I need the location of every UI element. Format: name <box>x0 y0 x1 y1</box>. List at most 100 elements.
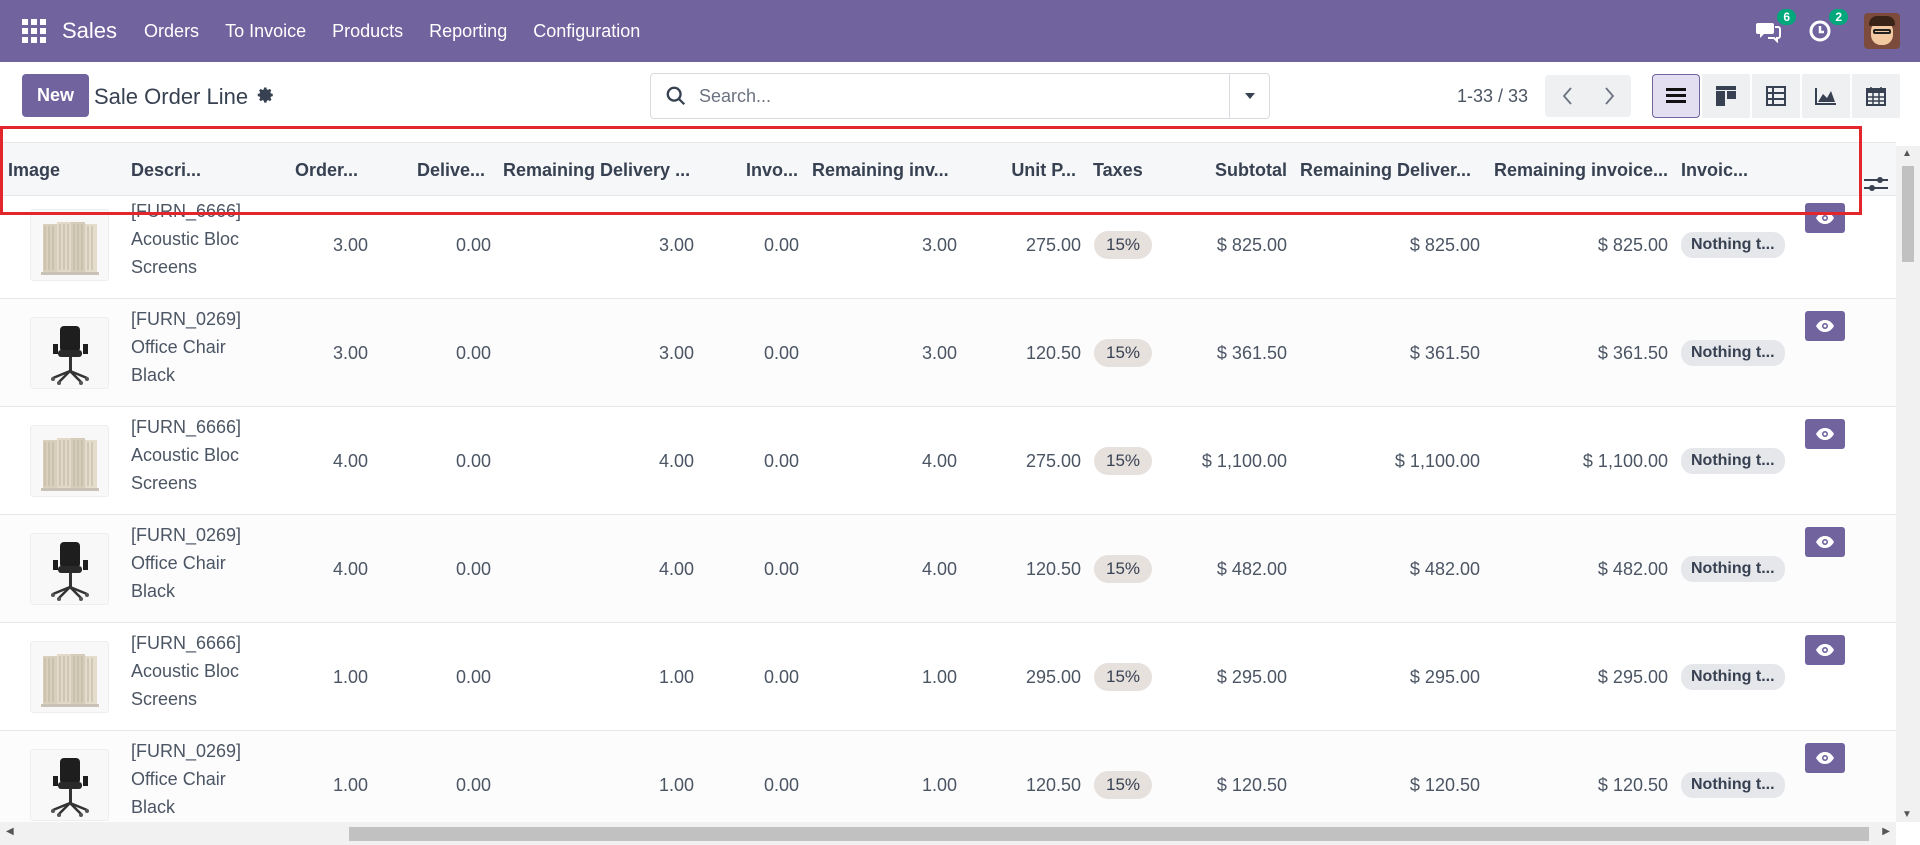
pager-buttons <box>1545 75 1631 117</box>
apps-menu-icon[interactable] <box>22 19 46 43</box>
scroll-left-arrow-icon[interactable]: ◀ <box>6 826 14 837</box>
column-header-invoice-status[interactable]: Invoic... <box>1681 143 1761 197</box>
cell-description: [FURN_0269] Office Chair Black <box>131 305 271 389</box>
cell-invoiced-qty: 0.00 <box>763 450 799 471</box>
cell-remaining-invoice-amount: $ 1,100.00 <box>1582 450 1668 471</box>
pager-next-button[interactable] <box>1588 75 1631 117</box>
cell-description: [FURN_6666] Acoustic Bloc Screens <box>131 413 271 497</box>
horizontal-scroll-thumb[interactable] <box>349 827 1869 841</box>
pivot-view-button[interactable] <box>1752 74 1800 118</box>
cell-remaining-invoice: 3.00 <box>921 234 957 255</box>
scroll-right-arrow-icon[interactable]: ▶ <box>1882 826 1890 837</box>
description-line: Office Chair <box>131 769 226 789</box>
view-line-button[interactable] <box>1805 203 1845 233</box>
cell-delivered-qty: 0.00 <box>455 666 491 687</box>
search-options-toggle[interactable] <box>1229 74 1269 118</box>
calendar-icon <box>1866 87 1886 106</box>
view-line-button[interactable] <box>1805 419 1845 449</box>
nav-products[interactable]: Products <box>332 21 403 42</box>
clock-icon <box>1809 20 1831 42</box>
cell-taxes: 15% <box>1094 299 1174 407</box>
table-row[interactable]: [FURN_6666] Acoustic Bloc Screens 4.00 0.00 4… <box>0 407 1896 515</box>
cell-description: [FURN_6666] Acoustic Bloc Screens <box>131 197 271 281</box>
column-header-remaining-invoice-amount[interactable]: Remaining invoice... <box>1494 143 1669 197</box>
column-header-remaining-invoice[interactable]: Remaining inv... <box>812 143 972 197</box>
cell-delivered-qty: 0.00 <box>455 234 491 255</box>
app-name[interactable]: Sales <box>62 18 117 44</box>
chat-icon <box>1756 23 1781 43</box>
list-view-button[interactable] <box>1652 74 1700 118</box>
kanban-icon <box>1716 86 1736 106</box>
description-line: [FURN_6666] <box>131 201 242 221</box>
description-line: Acoustic Bloc <box>131 445 240 465</box>
view-line-button[interactable] <box>1805 527 1845 557</box>
search-input[interactable] <box>699 85 1199 107</box>
activities-button[interactable]: 2 <box>1806 9 1848 45</box>
cell-remaining-invoice: 3.00 <box>921 342 957 363</box>
view-line-button[interactable] <box>1805 743 1845 773</box>
column-header-ordered[interactable]: Order... <box>260 143 358 197</box>
vertical-scrollbar[interactable]: ▲ ▼ <box>1896 146 1920 822</box>
cell-remaining-invoice-amount: $ 295.00 <box>1597 666 1668 687</box>
cell-subtotal: $ 295.00 <box>1216 666 1287 687</box>
scroll-down-arrow-icon[interactable]: ▼ <box>1902 809 1912 820</box>
column-header-remaining-delivered-amount[interactable]: Remaining Deliver... <box>1300 143 1480 197</box>
column-header-remaining-delivery[interactable]: Remaining Delivery ... <box>503 143 698 197</box>
column-header-unit-price[interactable]: Unit P... <box>980 143 1076 197</box>
description-line: Acoustic Bloc <box>131 229 240 249</box>
cell-remaining-delivered-amount: $ 120.50 <box>1409 774 1480 795</box>
cell-unit-price: 120.50 <box>1025 774 1081 795</box>
description-line: Black <box>131 365 176 385</box>
cell-remaining-delivery: 3.00 <box>658 342 694 363</box>
column-header-description[interactable]: Descri... <box>131 143 251 197</box>
cell-unit-price: 120.50 <box>1025 558 1081 579</box>
column-header-delivered[interactable]: Delive... <box>370 143 485 197</box>
messages-button[interactable]: 6 <box>1754 9 1796 45</box>
column-header-taxes[interactable]: Taxes <box>1093 143 1183 197</box>
kanban-view-button[interactable] <box>1702 74 1750 118</box>
cell-subtotal: $ 120.50 <box>1216 774 1287 795</box>
nav-configuration[interactable]: Configuration <box>533 21 640 42</box>
column-header-invoiced[interactable]: Invo... <box>710 143 798 197</box>
cell-remaining-delivery: 1.00 <box>658 666 694 687</box>
graph-view-button[interactable] <box>1802 74 1850 118</box>
cell-remaining-delivered-amount: $ 1,100.00 <box>1394 450 1480 471</box>
area-chart-icon <box>1815 88 1836 105</box>
eye-icon <box>1816 644 1834 656</box>
table-row[interactable]: [FURN_0269] Office Chair Black 4.00 0.00 4.00… <box>0 515 1896 623</box>
pager-previous-button[interactable] <box>1545 75 1588 117</box>
new-button[interactable]: New <box>22 74 89 117</box>
horizontal-scrollbar[interactable]: ◀ ▶ <box>0 822 1896 845</box>
vertical-scroll-thumb[interactable] <box>1902 166 1914 262</box>
view-line-button[interactable] <box>1805 311 1845 341</box>
caret-down-icon <box>1244 93 1255 99</box>
invoice-status-badge: Nothing t... <box>1681 448 1785 474</box>
cell-remaining-delivered-amount: $ 482.00 <box>1409 558 1480 579</box>
calendar-view-button[interactable] <box>1852 74 1900 118</box>
list-table: Image Descri... Order... Delive... Remai… <box>0 126 1896 822</box>
column-header-image[interactable]: Image <box>8 143 118 197</box>
table-row[interactable]: [FURN_0269] Office Chair Black 3.00 0.00 3.00… <box>0 299 1896 407</box>
user-avatar[interactable] <box>1864 13 1900 49</box>
cell-remaining-invoice-amount: $ 482.00 <box>1597 558 1668 579</box>
table-row[interactable]: [FURN_6666] Acoustic Bloc Screens 3.00 0.00 3… <box>0 191 1896 299</box>
pager-value[interactable]: 1-33 / 33 <box>1457 86 1528 107</box>
nav-to-invoice[interactable]: To Invoice <box>225 21 306 42</box>
column-header-subtotal[interactable]: Subtotal <box>1180 143 1287 197</box>
view-line-button[interactable] <box>1805 635 1845 665</box>
product-image <box>30 641 109 713</box>
gear-icon[interactable] <box>257 86 275 109</box>
scroll-up-arrow-icon[interactable]: ▲ <box>1902 148 1912 159</box>
cell-invoiced-qty: 0.00 <box>763 666 799 687</box>
messages-count-badge: 6 <box>1777 9 1796 25</box>
description-line: Screens <box>131 473 198 493</box>
control-panel: New Sale Order Line 1-33 / 33 <box>0 62 1920 126</box>
activities-count-badge: 2 <box>1829 9 1848 25</box>
table-row[interactable]: [FURN_0269] Office Chair Black 1.00 0.00 1.00… <box>0 731 1896 822</box>
top-navbar: Sales Orders To Invoice Products Reporti… <box>0 0 1920 62</box>
cell-remaining-delivered-amount: $ 825.00 <box>1409 234 1480 255</box>
nav-orders[interactable]: Orders <box>144 21 199 42</box>
table-row[interactable]: [FURN_6666] Acoustic Bloc Screens 1.00 0.00 1… <box>0 623 1896 731</box>
nav-reporting[interactable]: Reporting <box>429 21 507 42</box>
cell-description: [FURN_0269] Office Chair Black <box>131 521 271 605</box>
